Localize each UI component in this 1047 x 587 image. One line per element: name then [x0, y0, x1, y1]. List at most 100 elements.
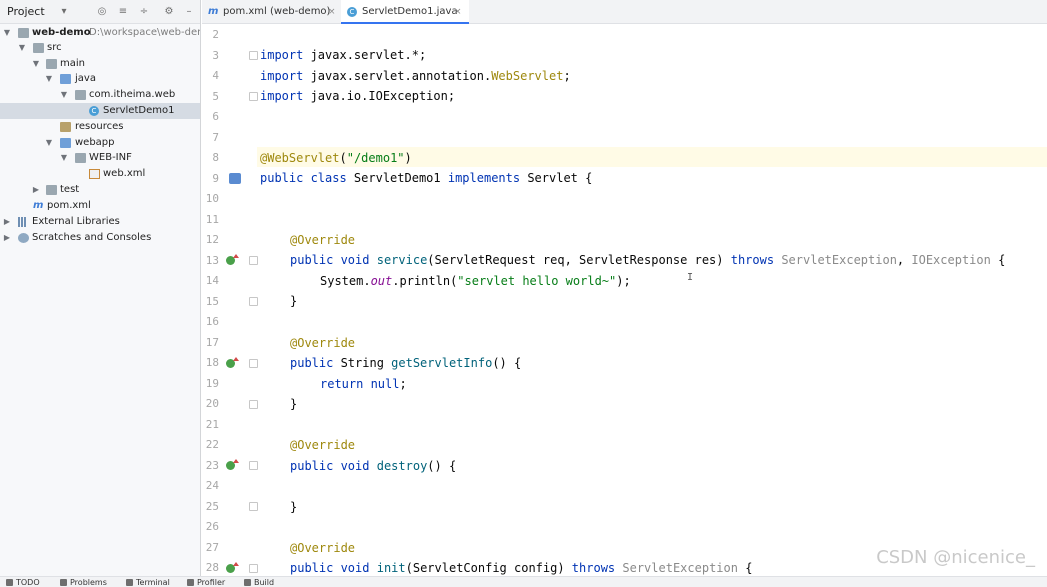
- tree-item-label: main: [60, 58, 85, 69]
- tree-item-pom-xml[interactable]: m pom.xml: [0, 198, 200, 214]
- code-editor[interactable]: import javax.servlet.*; import javax.ser…: [202, 25, 1047, 576]
- annotation: @Override: [290, 233, 356, 247]
- keyword: throws: [730, 253, 775, 267]
- target-icon[interactable]: ◎: [96, 6, 108, 18]
- tab-pom-xml[interactable]: m pom.xml (web-demo) ×: [202, 0, 340, 24]
- profiler-tool-button[interactable]: Profiler: [187, 578, 225, 587]
- chevron-down-icon[interactable]: ▼: [44, 135, 54, 151]
- method-name: destroy: [376, 459, 428, 473]
- code-text: (ServletRequest req, ServletResponse res…: [427, 253, 731, 267]
- gear-icon[interactable]: ⚙: [163, 6, 175, 18]
- todo-tool-button[interactable]: TODO: [6, 578, 40, 587]
- string-literal: "/demo1": [346, 151, 405, 165]
- code-text: ;: [399, 377, 407, 391]
- line-number: 17: [205, 336, 219, 349]
- tab-label: ServletDemo1.java: [362, 6, 458, 17]
- project-view-selector[interactable]: Project: [7, 5, 45, 18]
- annotation: @Override: [290, 438, 356, 452]
- implements-icon[interactable]: [226, 357, 239, 368]
- code-line-23: public void destroy() {: [290, 456, 456, 476]
- fold-icon[interactable]: [249, 359, 258, 368]
- fold-icon[interactable]: [249, 400, 258, 409]
- code-line-19: return null;: [320, 374, 407, 394]
- tree-item-label: web.xml: [103, 168, 146, 179]
- tree-item-java[interactable]: ▼ java: [0, 71, 200, 87]
- implements-icon[interactable]: [226, 254, 239, 265]
- code-text: }: [290, 294, 298, 308]
- line-number: 3: [212, 49, 219, 62]
- code-line-18: public String getServletInfo() {: [290, 353, 521, 373]
- line-number: 28: [205, 561, 219, 574]
- tree-item-webapp[interactable]: ▼ webapp: [0, 135, 200, 151]
- code-text: }: [290, 500, 298, 514]
- chevron-down-icon[interactable]: ▼: [59, 150, 69, 166]
- keyword: implements: [447, 171, 521, 185]
- tree-item-label: web-demo: [32, 27, 91, 38]
- keyword: throws: [571, 561, 616, 575]
- fold-icon[interactable]: [249, 92, 258, 101]
- chevron-down-icon[interactable]: ▼: [31, 56, 41, 72]
- code-line-9: public class ServletDemo1 implements Ser…: [260, 168, 592, 188]
- exception-type: ServletException: [615, 561, 738, 575]
- chevron-down-icon[interactable]: ▼: [59, 87, 69, 103]
- tool-label: Profiler: [197, 578, 226, 587]
- todo-icon: [6, 579, 13, 586]
- fold-icon[interactable]: [249, 51, 258, 60]
- chevron-down-icon[interactable]: ▼: [17, 40, 27, 56]
- collapse-all-icon[interactable]: ≡: [117, 6, 129, 18]
- tool-label: TODO: [16, 578, 40, 587]
- tab-servletdemo1-java[interactable]: C ServletDemo1.java ×: [341, 0, 469, 24]
- implements-icon[interactable]: [226, 562, 239, 573]
- tree-item-external-libraries[interactable]: ▶ External Libraries: [0, 214, 200, 230]
- web-servlet-icon[interactable]: [229, 173, 241, 184]
- mouse-text-cursor-icon: I: [687, 272, 694, 283]
- line-number: 15: [205, 295, 219, 308]
- chevron-right-icon[interactable]: ▶: [2, 230, 12, 246]
- problems-tool-button[interactable]: Problems: [60, 578, 107, 587]
- tree-item-label: pom.xml: [47, 200, 91, 211]
- code-text: String: [333, 356, 392, 370]
- chevron-down-icon[interactable]: ▾: [58, 6, 70, 18]
- close-icon[interactable]: ×: [454, 0, 462, 24]
- method-name: getServletInfo: [391, 356, 493, 370]
- resources-folder-icon: [60, 122, 71, 132]
- tree-item-main[interactable]: ▼ main: [0, 56, 200, 72]
- maven-icon: m: [33, 200, 44, 211]
- package-icon: [75, 90, 86, 100]
- tree-item-web-demo[interactable]: ▼ web-demo D:\workspace\web-dem: [0, 25, 200, 41]
- chevron-down-icon[interactable]: ▼: [2, 25, 12, 41]
- tree-item-resources[interactable]: resources: [0, 119, 200, 135]
- implements-icon[interactable]: [226, 459, 239, 470]
- tree-item-servletdemo1[interactable]: C ServletDemo1: [0, 103, 200, 119]
- line-number: 22: [205, 438, 219, 451]
- tree-item-test[interactable]: ▶ test: [0, 182, 200, 198]
- terminal-tool-button[interactable]: Terminal: [126, 578, 170, 587]
- keyword: public void: [290, 253, 370, 267]
- hammer-icon: [244, 579, 251, 586]
- fold-icon[interactable]: [249, 461, 258, 470]
- line-number: 5: [212, 90, 219, 103]
- fold-icon[interactable]: [249, 502, 258, 511]
- fold-icon[interactable]: [249, 297, 258, 306]
- tree-item-scratches[interactable]: ▶ Scratches and Consoles: [0, 230, 200, 246]
- chevron-right-icon[interactable]: ▶: [2, 214, 12, 230]
- java-class-icon: C: [347, 7, 357, 17]
- code-text: (ServletConfig config): [405, 561, 572, 575]
- chevron-down-icon[interactable]: ▼: [44, 71, 54, 87]
- build-tool-button[interactable]: Build: [244, 578, 274, 587]
- keyword: public class: [260, 171, 347, 185]
- hide-icon[interactable]: –: [183, 6, 195, 18]
- tree-item-web-inf[interactable]: ▼ WEB-INF: [0, 150, 200, 166]
- tab-label: pom.xml (web-demo): [223, 6, 331, 17]
- tree-item-web-xml[interactable]: web.xml: [0, 166, 200, 182]
- code-line-12: @Override: [290, 230, 355, 250]
- code-line-5: import java.io.IOException;: [260, 86, 455, 106]
- close-icon[interactable]: ×: [328, 0, 336, 24]
- line-number: 4: [212, 69, 219, 82]
- fold-icon[interactable]: [249, 256, 258, 265]
- tree-item-src[interactable]: ▼ src: [0, 40, 200, 56]
- tree-item-package[interactable]: ▼ com.itheima.web: [0, 87, 200, 103]
- fold-icon[interactable]: [249, 564, 258, 573]
- chevron-right-icon[interactable]: ▶: [31, 182, 41, 198]
- expand-icon[interactable]: ÷: [138, 6, 150, 18]
